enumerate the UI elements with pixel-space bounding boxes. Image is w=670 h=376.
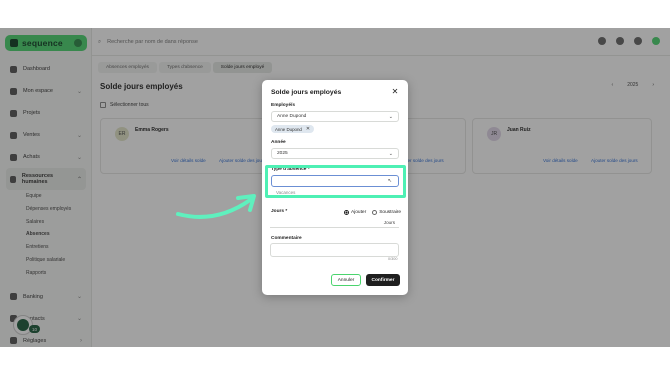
days-operation-radios: Ajouter Soustraire bbox=[344, 210, 401, 215]
year-label: Année bbox=[271, 140, 286, 145]
radio-add[interactable]: Ajouter bbox=[344, 210, 366, 215]
year-select-value: 2025 bbox=[277, 151, 288, 156]
employee-chip-label: Anne Dupond bbox=[275, 126, 302, 132]
annotation-arrow-icon bbox=[176, 194, 256, 219]
days-label: Jours * bbox=[271, 209, 288, 214]
cancel-button[interactable]: Annuler bbox=[331, 274, 361, 286]
radio-checked-icon bbox=[344, 210, 349, 215]
remove-chip-icon[interactable]: ✕ bbox=[306, 126, 310, 132]
comment-counter: 0/300 bbox=[388, 257, 398, 261]
confirm-button[interactable]: Confirmer bbox=[366, 274, 400, 286]
highlight-box bbox=[265, 165, 406, 198]
comment-textarea[interactable] bbox=[270, 243, 399, 257]
comment-label: Commentaire bbox=[271, 236, 302, 241]
chevron-down-icon: ⌄ bbox=[388, 150, 393, 157]
chevron-down-icon: ⌄ bbox=[388, 113, 393, 120]
radio-add-label: Ajouter bbox=[351, 210, 367, 215]
employees-label: Employé/s bbox=[271, 103, 295, 108]
employees-select-value: Anne Dupond bbox=[277, 114, 307, 119]
days-input[interactable]: Jours bbox=[270, 218, 399, 228]
modal-title: Solde jours employés bbox=[271, 89, 342, 96]
close-icon[interactable]: ✕ bbox=[391, 88, 399, 96]
year-select[interactable]: 2025 ⌄ bbox=[271, 148, 399, 159]
radio-subtract-label: Soustraire bbox=[379, 210, 402, 215]
employees-select[interactable]: Anne Dupond ⌄ bbox=[271, 111, 399, 122]
employee-chip[interactable]: Anne Dupond ✕ bbox=[271, 125, 315, 133]
radio-subtract[interactable]: Soustraire bbox=[372, 210, 401, 215]
radio-unchecked-icon bbox=[372, 210, 378, 215]
